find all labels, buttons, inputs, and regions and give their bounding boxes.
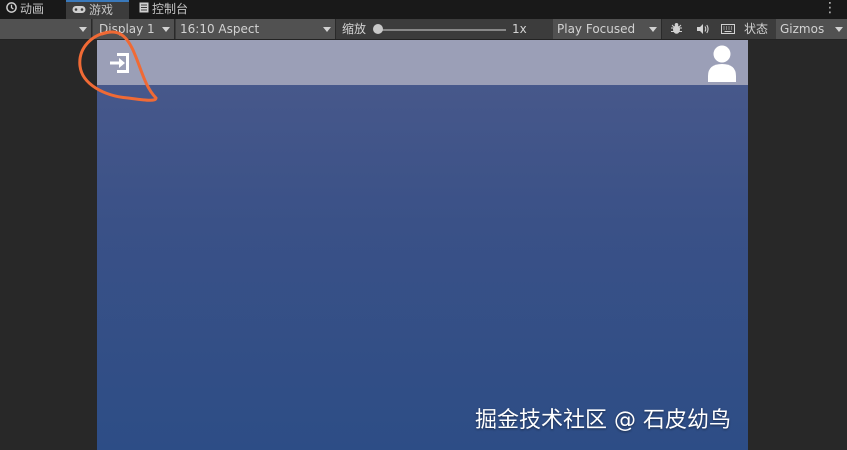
keyboard-icon[interactable] bbox=[718, 19, 738, 39]
user-avatar-icon[interactable] bbox=[707, 44, 737, 82]
annotation-circle bbox=[78, 30, 158, 102]
tab-game[interactable]: 游戏 bbox=[66, 0, 129, 19]
game-top-bar bbox=[97, 40, 748, 85]
gamepad-icon bbox=[72, 1, 86, 20]
scale-slider-track[interactable] bbox=[378, 29, 506, 31]
aspect-dropdown[interactable]: 16:10 Aspect bbox=[176, 19, 336, 39]
watermark-text: 掘金技术社区 @ 石皮幼鸟 bbox=[475, 408, 731, 433]
gizmos-dropdown[interactable]: Gizmos bbox=[776, 19, 847, 39]
tab-animation-label: 动画 bbox=[20, 2, 45, 16]
game-viewport[interactable]: 掘金技术社区 @ 石皮幼鸟 bbox=[97, 40, 748, 450]
scale-value: 1x bbox=[512, 22, 527, 36]
aspect-label: 16:10 Aspect bbox=[180, 22, 260, 36]
chevron-down-icon bbox=[649, 27, 657, 32]
gizmos-label: Gizmos bbox=[780, 22, 825, 36]
tab-animation[interactable]: 动画 bbox=[0, 0, 64, 19]
chevron-down-icon bbox=[835, 27, 843, 32]
tab-game-label: 游戏 bbox=[89, 3, 114, 17]
clock-icon bbox=[6, 0, 17, 19]
play-mode-dropdown[interactable]: Play Focused bbox=[553, 19, 662, 39]
scale-label: 缩放 bbox=[342, 22, 367, 36]
more-options-icon[interactable]: ⋮ bbox=[823, 0, 837, 17]
tab-console-label: 控制台 bbox=[152, 2, 189, 16]
scale-slider-handle[interactable] bbox=[373, 24, 383, 34]
audio-mute-icon[interactable] bbox=[692, 19, 712, 39]
play-mode-label: Play Focused bbox=[557, 22, 636, 36]
editor-tab-bar: 动画 游戏 控制台 ⋮ bbox=[0, 0, 847, 19]
stats-button[interactable]: 状态 bbox=[744, 19, 774, 39]
chevron-down-icon bbox=[323, 27, 331, 32]
letterbox-right bbox=[748, 40, 847, 450]
console-icon bbox=[139, 0, 149, 19]
tab-console[interactable]: 控制台 bbox=[133, 0, 203, 19]
bug-icon[interactable] bbox=[666, 19, 686, 39]
